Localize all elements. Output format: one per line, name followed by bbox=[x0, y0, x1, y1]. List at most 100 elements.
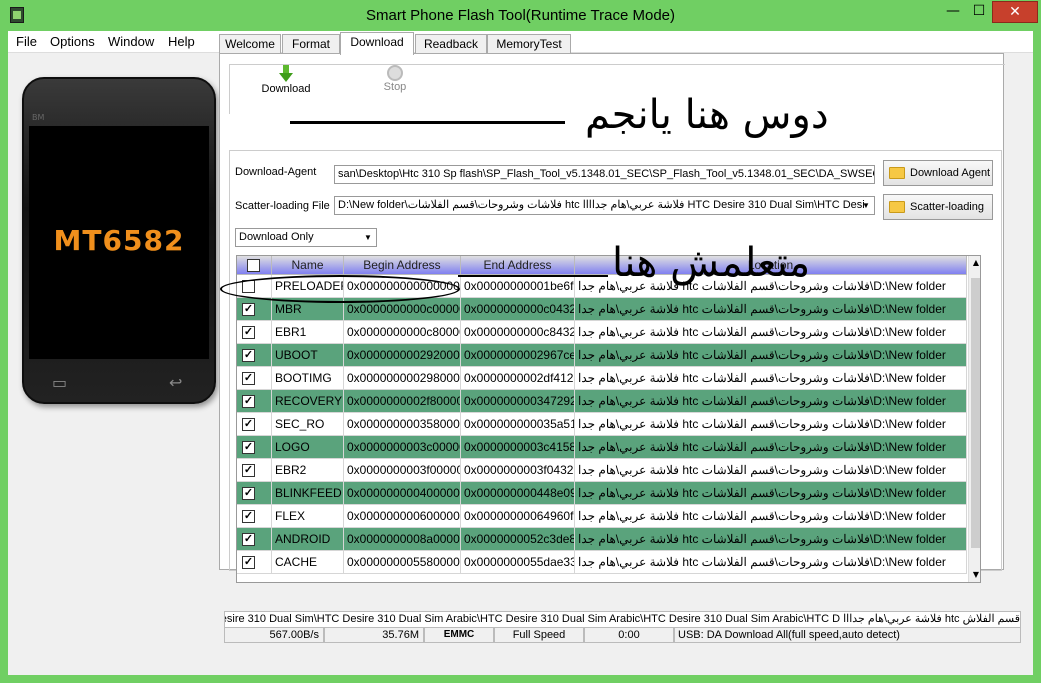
partition-name-cell: BOOTIMG bbox=[272, 367, 344, 390]
vertical-scrollbar[interactable]: ▲ ▼ bbox=[968, 256, 980, 582]
download-arrow-icon bbox=[279, 65, 293, 82]
row-checkbox[interactable]: ✓ bbox=[242, 372, 255, 385]
table-row[interactable]: ✓ UBOOT 0x0000000002920000 0x0000000002967c… bbox=[237, 344, 967, 367]
begin-address-cell: 0x0000000002980000 bbox=[344, 367, 461, 390]
stop-label: Stop bbox=[383, 81, 407, 93]
table-row[interactable]: ✓ ANDROID 0x0000000008a00000 0x0000000052c3… bbox=[237, 528, 967, 551]
table-row[interactable]: ✓ FLEX 0x0000000006000000 0x00000000064960f… bbox=[237, 505, 967, 528]
row-checkbox[interactable]: ✓ bbox=[242, 487, 255, 500]
table-row[interactable]: ✓ RECOVERY 0x0000000002f80000 0x00000000034… bbox=[237, 390, 967, 413]
header-name[interactable]: Name bbox=[272, 256, 344, 275]
row-checkbox[interactable]: ✓ bbox=[242, 326, 255, 339]
location-cell: D:\New folder\فلاشات وشروحات\قسم الفلاشا… bbox=[575, 436, 967, 459]
menu-options[interactable]: Options bbox=[50, 34, 95, 49]
location-cell: D:\New folder\فلاشات وشروحات\قسم الفلاشا… bbox=[575, 367, 967, 390]
partition-name-cell: CACHE bbox=[272, 551, 344, 574]
location-cell: D:\New folder\فلاشات وشروحات\قسم الفلاشا… bbox=[575, 413, 967, 436]
row-checkbox[interactable]: ✓ bbox=[242, 418, 255, 431]
annotation-arrow-line-2 bbox=[458, 275, 608, 277]
table-row[interactable]: ✓ BLINKFEED 0x0000000004000000 0x0000000004… bbox=[237, 482, 967, 505]
partition-name-cell: RECOVERY bbox=[272, 390, 344, 413]
row-checkbox[interactable]: ✓ bbox=[242, 441, 255, 454]
title-bar[interactable]: Smart Phone Flash Tool(Runtime Trace Mod… bbox=[0, 0, 1041, 31]
status-path: قسم الفلاش htc فلاشة عربي\هام جدااا HTC … bbox=[224, 611, 1021, 628]
row-check-cell: ✓ bbox=[237, 413, 272, 436]
partition-name-cell: SEC_RO bbox=[272, 413, 344, 436]
status-mode: Full Speed bbox=[494, 628, 584, 643]
table-row[interactable]: ✓ LOGO 0x0000000003c00000 0x0000000003c4158… bbox=[237, 436, 967, 459]
row-checkbox[interactable]: ✓ bbox=[242, 556, 255, 569]
row-check-cell: ✓ bbox=[237, 321, 272, 344]
close-button[interactable]: ✕ bbox=[992, 1, 1038, 23]
table-row[interactable]: ✓ BOOTIMG 0x0000000002980000 0x0000000002df… bbox=[237, 367, 967, 390]
end-address-cell: 0x0000000002df412b bbox=[461, 367, 575, 390]
scroll-up-icon[interactable]: ▲ bbox=[969, 258, 980, 267]
row-check-cell: ✓ bbox=[237, 459, 272, 482]
end-address-cell: 0x0000000000c8432b bbox=[461, 321, 575, 344]
stop-icon bbox=[387, 65, 403, 81]
minimize-button[interactable]: — bbox=[940, 1, 966, 23]
menu-window[interactable]: Window bbox=[108, 34, 154, 49]
tab-format[interactable]: Format bbox=[282, 34, 340, 54]
end-address-cell: 0x000000000347292b bbox=[461, 390, 575, 413]
chip-label: MT6582 bbox=[53, 224, 185, 257]
status-bar: قسم الفلاش htc فلاشة عربي\هام جدااا HTC … bbox=[224, 611, 1021, 643]
row-check-cell: ✓ bbox=[237, 551, 272, 574]
download-label: Download bbox=[261, 83, 311, 95]
tab-welcome[interactable]: Welcome bbox=[219, 34, 281, 54]
annotation-ellipse bbox=[220, 275, 460, 303]
location-cell: D:\New folder\فلاشات وشروحات\قسم الفلاشا… bbox=[575, 528, 967, 551]
row-checkbox[interactable]: ✓ bbox=[242, 533, 255, 546]
location-cell: D:\New folder\فلاشات وشروحات\قسم الفلاشا… bbox=[575, 390, 967, 413]
begin-address-cell: 0x0000000055800000 bbox=[344, 551, 461, 574]
end-address-cell: 0x0000000003c4158d bbox=[461, 436, 575, 459]
stop-button[interactable]: Stop bbox=[370, 65, 420, 93]
partition-name-cell: FLEX bbox=[272, 505, 344, 528]
scroll-thumb[interactable] bbox=[971, 278, 980, 548]
row-checkbox[interactable]: ✓ bbox=[242, 395, 255, 408]
partition-name-cell: BLINKFEED bbox=[272, 482, 344, 505]
table-row[interactable]: ✓ EBR1 0x0000000000c80000 0x0000000000c8432… bbox=[237, 321, 967, 344]
status-usb: USB: DA Download All(full speed,auto det… bbox=[674, 628, 1021, 643]
table-row[interactable]: ✓ SEC_RO 0x0000000003580000 0x000000000035a… bbox=[237, 413, 967, 436]
row-check-cell: ✓ bbox=[237, 482, 272, 505]
download-button[interactable]: Download bbox=[256, 65, 316, 95]
scroll-down-icon[interactable]: ▼ bbox=[969, 570, 980, 579]
row-checkbox[interactable]: ✓ bbox=[242, 303, 255, 316]
begin-address-cell: 0x0000000000c80000 bbox=[344, 321, 461, 344]
row-checkbox[interactable]: ✓ bbox=[242, 464, 255, 477]
menu-file[interactable]: File bbox=[16, 34, 37, 49]
tab-memorytest[interactable]: MemoryTest bbox=[487, 34, 571, 54]
row-checkbox[interactable]: ✓ bbox=[242, 510, 255, 523]
begin-address-cell: 0x0000000002f80000 bbox=[344, 390, 461, 413]
end-address-cell: 0x000000000035a512b bbox=[461, 413, 575, 436]
header-end-address[interactable]: End Address bbox=[461, 256, 575, 275]
location-cell: D:\New folder\فلاشات وشروحات\قسم الفلاشا… bbox=[575, 321, 967, 344]
select-all-checkbox[interactable] bbox=[247, 259, 260, 272]
location-cell: D:\New folder\فلاشات وشروحات\قسم الفلاشا… bbox=[575, 298, 967, 321]
partition-name-cell: UBOOT bbox=[272, 344, 344, 367]
header-check[interactable] bbox=[237, 256, 272, 275]
location-cell: D:\New folder\فلاشات وشروحات\قسم الفلاشا… bbox=[575, 505, 967, 528]
partition-table: Name Begin Address End Address Location … bbox=[236, 255, 981, 583]
tab-download[interactable]: Download bbox=[340, 32, 414, 55]
begin-address-cell: 0x0000000002920000 bbox=[344, 344, 461, 367]
phone-screen: MT6582 bbox=[29, 126, 209, 359]
end-address-cell: 0x0000000052c3de8f bbox=[461, 528, 575, 551]
location-cell: D:\New folder\فلاشات وشروحات\قسم الفلاشا… bbox=[575, 459, 967, 482]
row-check-cell: ✓ bbox=[237, 390, 272, 413]
table-row[interactable]: ✓ CACHE 0x0000000055800000 0x0000000055dae3… bbox=[237, 551, 967, 574]
begin-address-cell: 0x0000000003580000 bbox=[344, 413, 461, 436]
row-checkbox[interactable]: ✓ bbox=[242, 349, 255, 362]
table-row[interactable]: ✓ EBR2 0x0000000003f00000 0x0000000003f0432… bbox=[237, 459, 967, 482]
maximize-button[interactable]: ☐ bbox=[966, 1, 992, 23]
partition-name-cell: ANDROID bbox=[272, 528, 344, 551]
header-begin-address[interactable]: Begin Address bbox=[344, 256, 461, 275]
annotation-click-here: دوس هنا يانجم bbox=[585, 92, 829, 138]
partition-name-cell: EBR2 bbox=[272, 459, 344, 482]
row-check-cell: ✓ bbox=[237, 344, 272, 367]
tab-readback[interactable]: Readback bbox=[415, 34, 487, 54]
menu-help[interactable]: Help bbox=[168, 34, 195, 49]
status-speed: 567.00B/s bbox=[224, 628, 324, 643]
end-address-cell: 0x00000000064960f3 bbox=[461, 505, 575, 528]
